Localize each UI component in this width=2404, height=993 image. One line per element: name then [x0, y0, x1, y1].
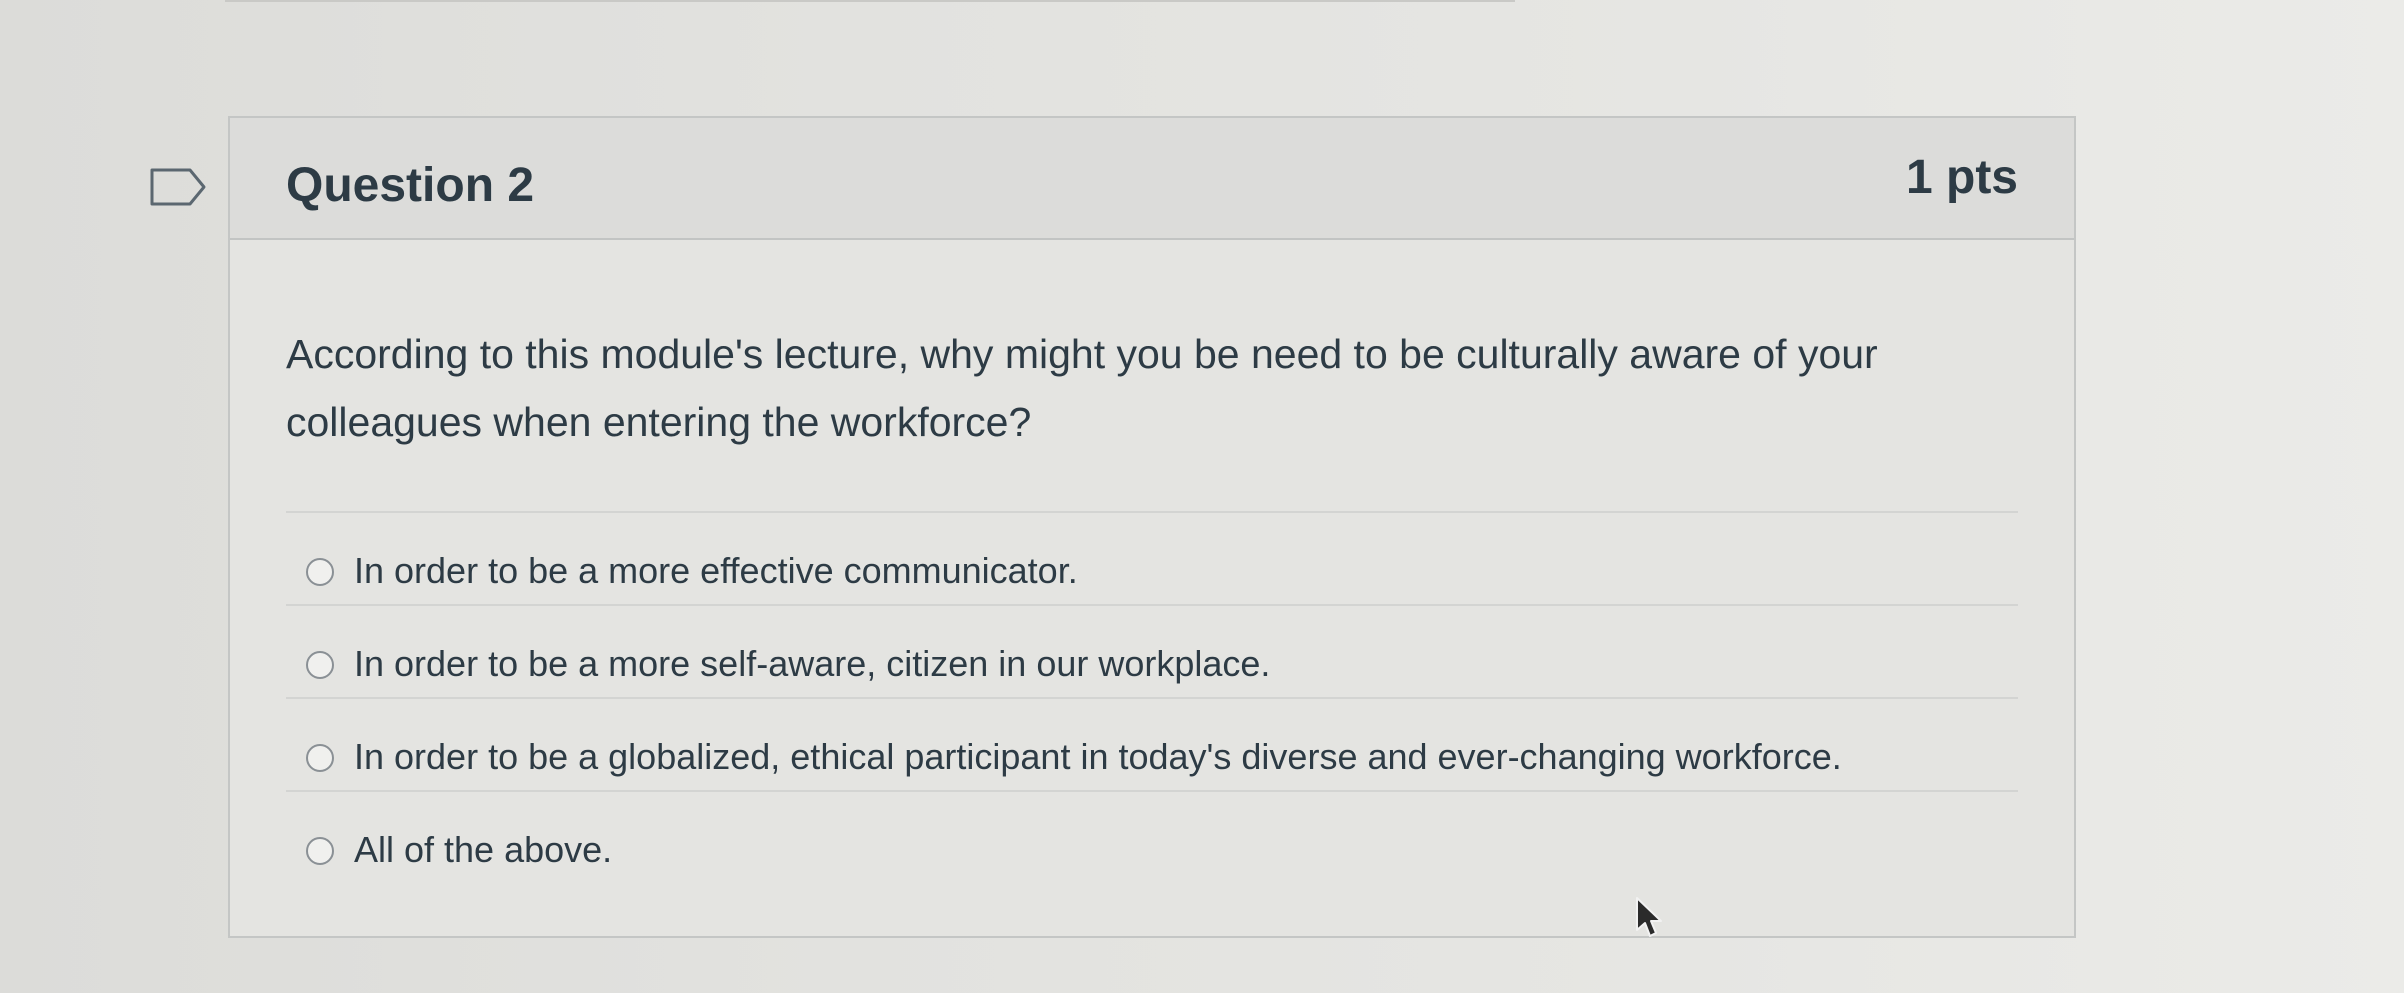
question-card: Question 2 1 pts According to this modul…: [228, 116, 2076, 938]
answer-label[interactable]: In order to be a more effective communic…: [354, 549, 1078, 593]
top-divider: [225, 0, 1515, 2]
radio-button[interactable]: [306, 558, 334, 586]
radio-button[interactable]: [306, 744, 334, 772]
answer-label[interactable]: All of the above.: [354, 828, 612, 872]
question-header: Question 2 1 pts: [230, 118, 2074, 240]
answer-label[interactable]: In order to be a more self-aware, citize…: [354, 642, 1270, 686]
answer-list: In order to be a more effective communic…: [286, 511, 2018, 883]
radio-button[interactable]: [306, 837, 334, 865]
mouse-pointer-icon: [1636, 897, 1662, 937]
question-title: Question 2: [286, 159, 535, 212]
answer-option[interactable]: In order to be a more effective communic…: [286, 511, 2018, 604]
radio-button[interactable]: [306, 651, 334, 679]
answer-option[interactable]: In order to be a globalized, ethical par…: [286, 697, 2018, 790]
question-text: According to this module's lecture, why …: [286, 331, 1878, 445]
flag-question-icon[interactable]: [150, 168, 206, 206]
answer-option[interactable]: In order to be a more self-aware, citize…: [286, 604, 2018, 697]
answer-option[interactable]: All of the above.: [286, 790, 2018, 883]
answer-label[interactable]: In order to be a globalized, ethical par…: [354, 735, 1842, 779]
question-points: 1 pts: [1905, 151, 2018, 204]
